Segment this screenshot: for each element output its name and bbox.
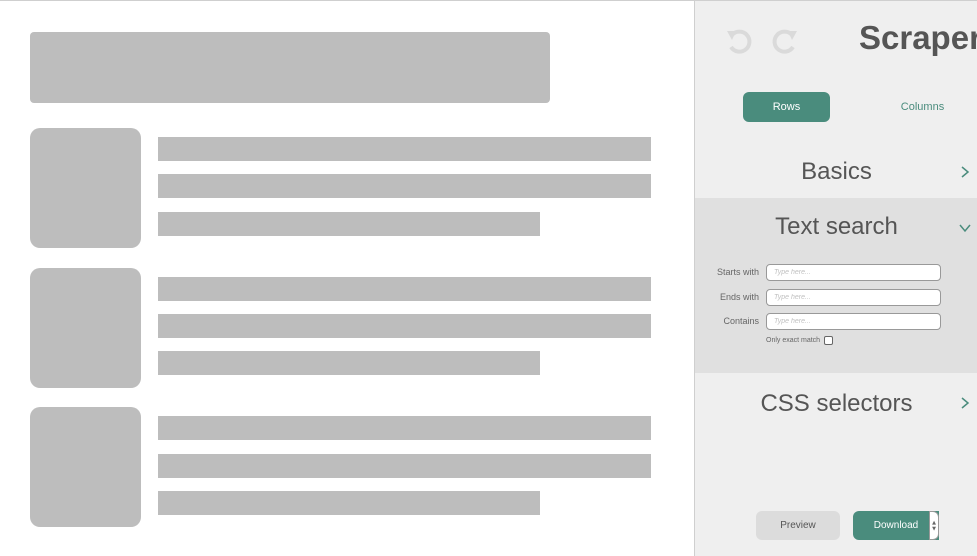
- field-row-ends-with: Ends with: [695, 289, 977, 307]
- tab-rows[interactable]: Rows: [743, 92, 830, 122]
- placeholder-line: [158, 351, 540, 375]
- chevron-right-icon[interactable]: [958, 164, 972, 178]
- tab-bar: Rows Columns: [695, 92, 977, 122]
- exact-match-checkbox[interactable]: [824, 336, 834, 345]
- placeholder-line: [158, 416, 651, 440]
- placeholder-line: [158, 314, 651, 338]
- stepper-down-icon[interactable]: ▼: [932, 526, 936, 532]
- app-title: Scraper: [859, 19, 977, 56]
- exact-match-option: Only exact match: [766, 336, 834, 345]
- section-title[interactable]: Text search: [695, 213, 977, 241]
- placeholder-thumbnail: [30, 268, 141, 388]
- section-css-selectors[interactable]: CSS selectors: [695, 373, 977, 433]
- download-button[interactable]: Download: [853, 511, 939, 540]
- field-row-contains: Contains: [695, 313, 977, 331]
- starts-with-label: Starts with: [716, 267, 759, 277]
- chevron-right-icon[interactable]: [958, 395, 972, 409]
- preview-button[interactable]: Preview: [756, 511, 840, 540]
- placeholder-line: [158, 491, 540, 515]
- placeholder-thumbnail: [30, 407, 141, 527]
- tab-columns[interactable]: Columns: [875, 92, 970, 122]
- exact-match-label: Only exact match: [766, 337, 821, 344]
- contains-input[interactable]: [766, 313, 941, 330]
- section-title: CSS selectors: [760, 390, 913, 417]
- section-title: Basics: [801, 158, 872, 185]
- placeholder-thumbnail: [30, 128, 141, 248]
- placeholder-line: [158, 212, 540, 236]
- scraper-panel: Scraper Rows Columns Basics Text search …: [694, 0, 977, 556]
- chevron-down-icon[interactable]: [958, 220, 972, 234]
- placeholder-header: [30, 32, 550, 103]
- undo-icon[interactable]: [725, 25, 755, 57]
- placeholder-line: [158, 137, 651, 161]
- placeholder-line: [158, 174, 651, 198]
- section-basics[interactable]: Basics: [695, 146, 977, 198]
- page-preview: [0, 0, 694, 556]
- field-row-starts-with: Starts with: [695, 264, 977, 282]
- contains-label: Contains: [723, 316, 759, 326]
- ends-with-input[interactable]: [766, 289, 941, 306]
- ends-with-label: Ends with: [719, 292, 759, 302]
- starts-with-input[interactable]: [766, 264, 941, 281]
- redo-icon[interactable]: [769, 25, 799, 57]
- placeholder-line: [158, 454, 651, 478]
- app-root: Scraper Rows Columns Basics Text search …: [0, 0, 977, 556]
- placeholder-line: [158, 277, 651, 301]
- section-text-search: Text search Starts with Ends with Contai…: [695, 198, 977, 373]
- format-stepper[interactable]: ▲ ▼: [929, 511, 939, 540]
